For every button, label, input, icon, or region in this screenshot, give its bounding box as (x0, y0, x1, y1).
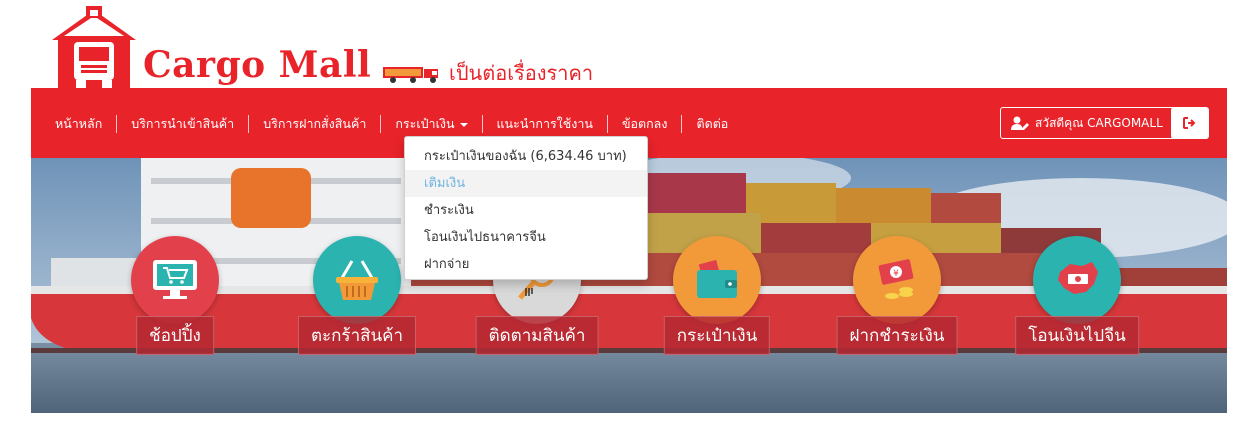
feature-shopping-label: ช้อปปิ้ง (136, 316, 214, 355)
nav-guide[interactable]: แนะนำการใช้งาน (497, 112, 593, 136)
feature-pay-for-label: ฝากชำระเงิน (836, 316, 958, 355)
nav-wallet-toggle[interactable]: กระเป๋าเงิน (395, 112, 468, 136)
wallet-icon (697, 259, 737, 298)
nav-divider (116, 115, 118, 133)
brand-name: Cargo Mall (143, 44, 372, 86)
menu-item-my-wallet[interactable]: กระเป๋าเงินของฉัน (6,634.46 บาท) (405, 143, 647, 170)
nav-import-service[interactable]: บริการนำเข้าสินค้า (131, 112, 234, 136)
nav-wallet-label: กระเป๋าเงิน (395, 116, 455, 131)
feature-wallet-label: กระเป๋าเงิน (663, 316, 771, 355)
truck-icon (383, 67, 438, 83)
feature-shopping-circle (131, 236, 219, 324)
yuan-money-icon: ¥ (878, 259, 914, 299)
user-greeting: สวัสดีคุณ CARGOMALL (1035, 115, 1163, 130)
sign-out-icon (1183, 117, 1196, 129)
menu-item-pay-for[interactable]: ฝากจ่าย (405, 251, 647, 278)
feature-transfer-china-circle (1033, 236, 1121, 324)
nav-order-service[interactable]: บริการฝากสั่งสินค้า (263, 112, 366, 136)
nav-divider (380, 115, 382, 133)
site-logo[interactable]: Cargo Mall เป็นต่อเรื่องราคา (48, 6, 608, 88)
nav-home[interactable]: หน้าหลัก (55, 112, 102, 136)
slogan-text: เป็นต่อเรื่องราคา (449, 61, 594, 85)
feature-transfer-china[interactable]: โอนเงินไปจีน (1015, 236, 1139, 356)
shopping-cart-monitor-icon (153, 260, 197, 299)
menu-item-top-up[interactable]: เติมเงิน (405, 170, 647, 197)
slogan: เป็นต่อเรื่องราคา (383, 58, 593, 88)
feature-transfer-china-label: โอนเงินไปจีน (1015, 316, 1139, 355)
feature-cart-circle (313, 236, 401, 324)
nav-divider (606, 115, 608, 133)
nav-divider (681, 115, 683, 133)
wallet-dropdown-menu: กระเป๋าเงินของฉัน (6,634.46 บาท) เติมเงิ… (404, 136, 648, 280)
menu-item-transfer-china-bank[interactable]: โอนเงินไปธนาคารจีน (405, 224, 647, 251)
basket-icon (336, 260, 378, 300)
menu-item-pay[interactable]: ชำระเงิน (405, 197, 647, 224)
feature-shopping[interactable]: ช้อปปิ้ง (125, 236, 225, 356)
nav-contact[interactable]: ติดต่อ (696, 112, 728, 136)
nav-divider (248, 115, 250, 133)
feature-cart-label: ตะกร้าสินค้า (297, 316, 417, 355)
feature-cart[interactable]: ตะกร้าสินค้า (297, 236, 417, 356)
feature-wallet[interactable]: กระเป๋าเงิน (663, 236, 771, 356)
caret-down-icon (459, 122, 468, 127)
nav-menu: หน้าหลัก บริการนำเข้าสินค้า บริการฝากสั่… (55, 112, 728, 136)
warehouse-truck-icon (52, 6, 136, 88)
nav-terms[interactable]: ข้อตกลง (622, 112, 668, 136)
user-edit-icon (1011, 116, 1029, 130)
nav-divider (481, 115, 483, 133)
china-map-money-icon (1058, 262, 1098, 294)
svg-text:¥: ¥ (893, 269, 899, 279)
feature-wallet-circle (673, 236, 761, 324)
logout-button[interactable] (1171, 107, 1209, 139)
feature-pay-for[interactable]: ¥ ฝากชำระเงิน (836, 236, 958, 356)
feature-tracking-label: ติดตามสินค้า (475, 316, 599, 355)
feature-pay-for-circle: ¥ (853, 236, 941, 324)
user-account-button[interactable]: สวัสดีคุณ CARGOMALL (1000, 107, 1176, 139)
